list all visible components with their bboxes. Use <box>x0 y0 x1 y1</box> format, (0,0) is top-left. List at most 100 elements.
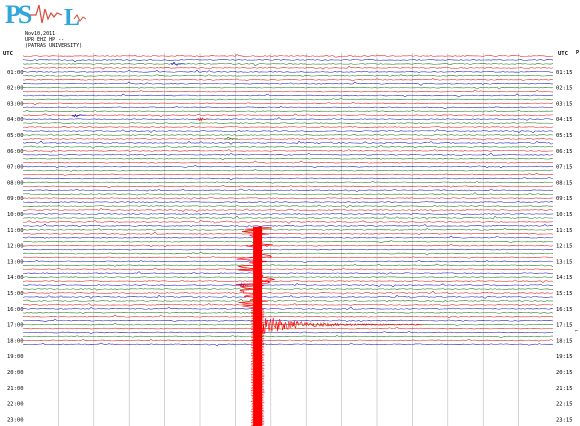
small-event-waveform <box>71 113 86 118</box>
event-clipped-sample <box>250 410 265 413</box>
right-hour-label: 09:15 <box>556 196 573 202</box>
seismic-trace-line <box>22 184 554 188</box>
seismic-trace-line <box>22 152 554 157</box>
right-hour-label: 18:15 <box>556 338 573 344</box>
seismic-trace-line <box>22 113 554 118</box>
seismic-trace-line <box>22 81 554 86</box>
seismic-trace-line <box>22 97 554 101</box>
seismic-trace-line <box>22 140 554 145</box>
seismic-trace-line <box>22 106 554 109</box>
seismic-trace-line <box>22 122 553 124</box>
helicorder-plot: 01:00 02:00 03:00 04:00 05:00 06:00 07:00 08:00… <box>7 53 573 426</box>
seismic-trace-line <box>22 290 554 295</box>
seismic-trace-line <box>22 168 554 172</box>
right-hour-label: 08:15 <box>556 180 573 186</box>
event-clipped-sample <box>250 346 265 349</box>
seismic-trace-line <box>22 223 554 228</box>
seismic-trace-line <box>22 306 554 311</box>
seismic-trace-line <box>22 200 554 204</box>
seismic-trace-line <box>22 74 554 78</box>
right-hour-label: 12:15 <box>556 244 573 250</box>
seismic-trace-line <box>22 311 554 315</box>
right-hour-label: 21:15 <box>556 386 573 392</box>
seismic-trace-line <box>22 235 554 239</box>
seismic-trace-line <box>22 335 554 339</box>
right-hour-label: 11:15 <box>556 228 573 234</box>
left-hour-label: 02:00 <box>7 86 24 92</box>
seismic-trace-line <box>22 109 554 113</box>
seismic-trace-line <box>22 294 554 299</box>
left-hour-label: 10:00 <box>7 212 24 218</box>
left-hour-label: 15:00 <box>7 291 24 297</box>
seismic-trace-line <box>22 188 554 193</box>
seismic-trace-line <box>22 263 554 268</box>
seismic-trace-line <box>22 219 554 224</box>
seismic-trace-line <box>22 279 554 283</box>
seismic-trace-line <box>22 303 554 306</box>
left-hour-label: 09:00 <box>7 196 24 202</box>
left-hour-label: 16:00 <box>7 307 24 313</box>
small-event-waveform <box>224 137 238 140</box>
event-clipped-sample <box>250 382 265 384</box>
seismic-trace-line <box>22 176 554 181</box>
right-hour-label: 05:15 <box>556 133 573 139</box>
left-hour-label: 08:00 <box>7 180 24 186</box>
event-clipped-sample <box>250 364 265 366</box>
seismic-trace-line <box>22 298 554 303</box>
seismic-trace-line <box>22 58 554 63</box>
event-clipped-sample <box>250 390 265 392</box>
right-hour-label: 17:15 <box>556 323 573 329</box>
right-hour-label: 22:15 <box>556 402 573 408</box>
left-hour-label: 13:00 <box>7 259 24 265</box>
event-clipped-sample <box>250 313 265 315</box>
seismic-trace-line <box>22 240 554 244</box>
event-clipped-sample <box>250 420 265 422</box>
seismic-trace-line <box>22 133 554 137</box>
seismic-trace-line <box>22 197 554 200</box>
seismic-trace-line <box>22 271 554 275</box>
right-hour-label: 02:15 <box>556 86 573 92</box>
left-hour-label: 17:00 <box>7 323 24 329</box>
seismic-trace-line <box>22 283 554 288</box>
seismic-trace-line <box>22 86 554 90</box>
seismic-trace-line <box>22 255 554 259</box>
left-hour-label: 07:00 <box>7 165 24 171</box>
right-hour-label: 16:15 <box>556 307 573 313</box>
seismic-trace-line <box>22 165 554 169</box>
event-clipped-sample <box>250 354 265 357</box>
event-clipped-sample <box>250 401 265 403</box>
seismic-trace-line <box>22 338 554 342</box>
seismic-trace-line <box>22 144 554 149</box>
event-clipped-sample <box>251 332 265 334</box>
event-clipped-sample <box>250 394 265 397</box>
seismic-trace-line <box>22 101 554 106</box>
seismic-trace-line <box>22 69 554 74</box>
seismic-trace-line <box>22 172 554 176</box>
left-hour-label: 19:00 <box>7 354 24 360</box>
seismic-trace-line <box>22 244 554 248</box>
small-event-waveform <box>170 62 185 66</box>
seismic-trace-line <box>22 251 554 256</box>
event-clipped-sample <box>251 388 265 390</box>
event-clipped-sample <box>250 310 265 312</box>
left-hour-label: 05:00 <box>7 133 24 139</box>
left-hour-label: 23:00 <box>7 417 24 423</box>
seismic-trace-line <box>22 267 554 271</box>
event-clipped-sample <box>250 337 265 339</box>
right-hour-label: 13:15 <box>556 259 573 265</box>
right-hour-label: 06:15 <box>556 149 573 155</box>
event-clipped-sample <box>250 375 265 378</box>
seismic-trace-line <box>22 149 554 153</box>
right-hour-label: 01:15 <box>556 70 573 76</box>
seismic-trace-line <box>22 259 554 264</box>
seismic-trace-line <box>22 181 554 184</box>
left-hour-label: 01:00 <box>7 70 24 76</box>
seismic-trace-line <box>22 93 554 98</box>
event-clipped-sample <box>251 361 265 363</box>
seismic-trace-line <box>22 228 553 231</box>
left-hour-label: 21:00 <box>7 386 24 392</box>
left-hour-label: 18:00 <box>7 338 24 344</box>
seismic-trace-line <box>22 117 554 121</box>
seismic-trace-line <box>22 89 554 93</box>
left-hour-label: 22:00 <box>7 402 24 408</box>
